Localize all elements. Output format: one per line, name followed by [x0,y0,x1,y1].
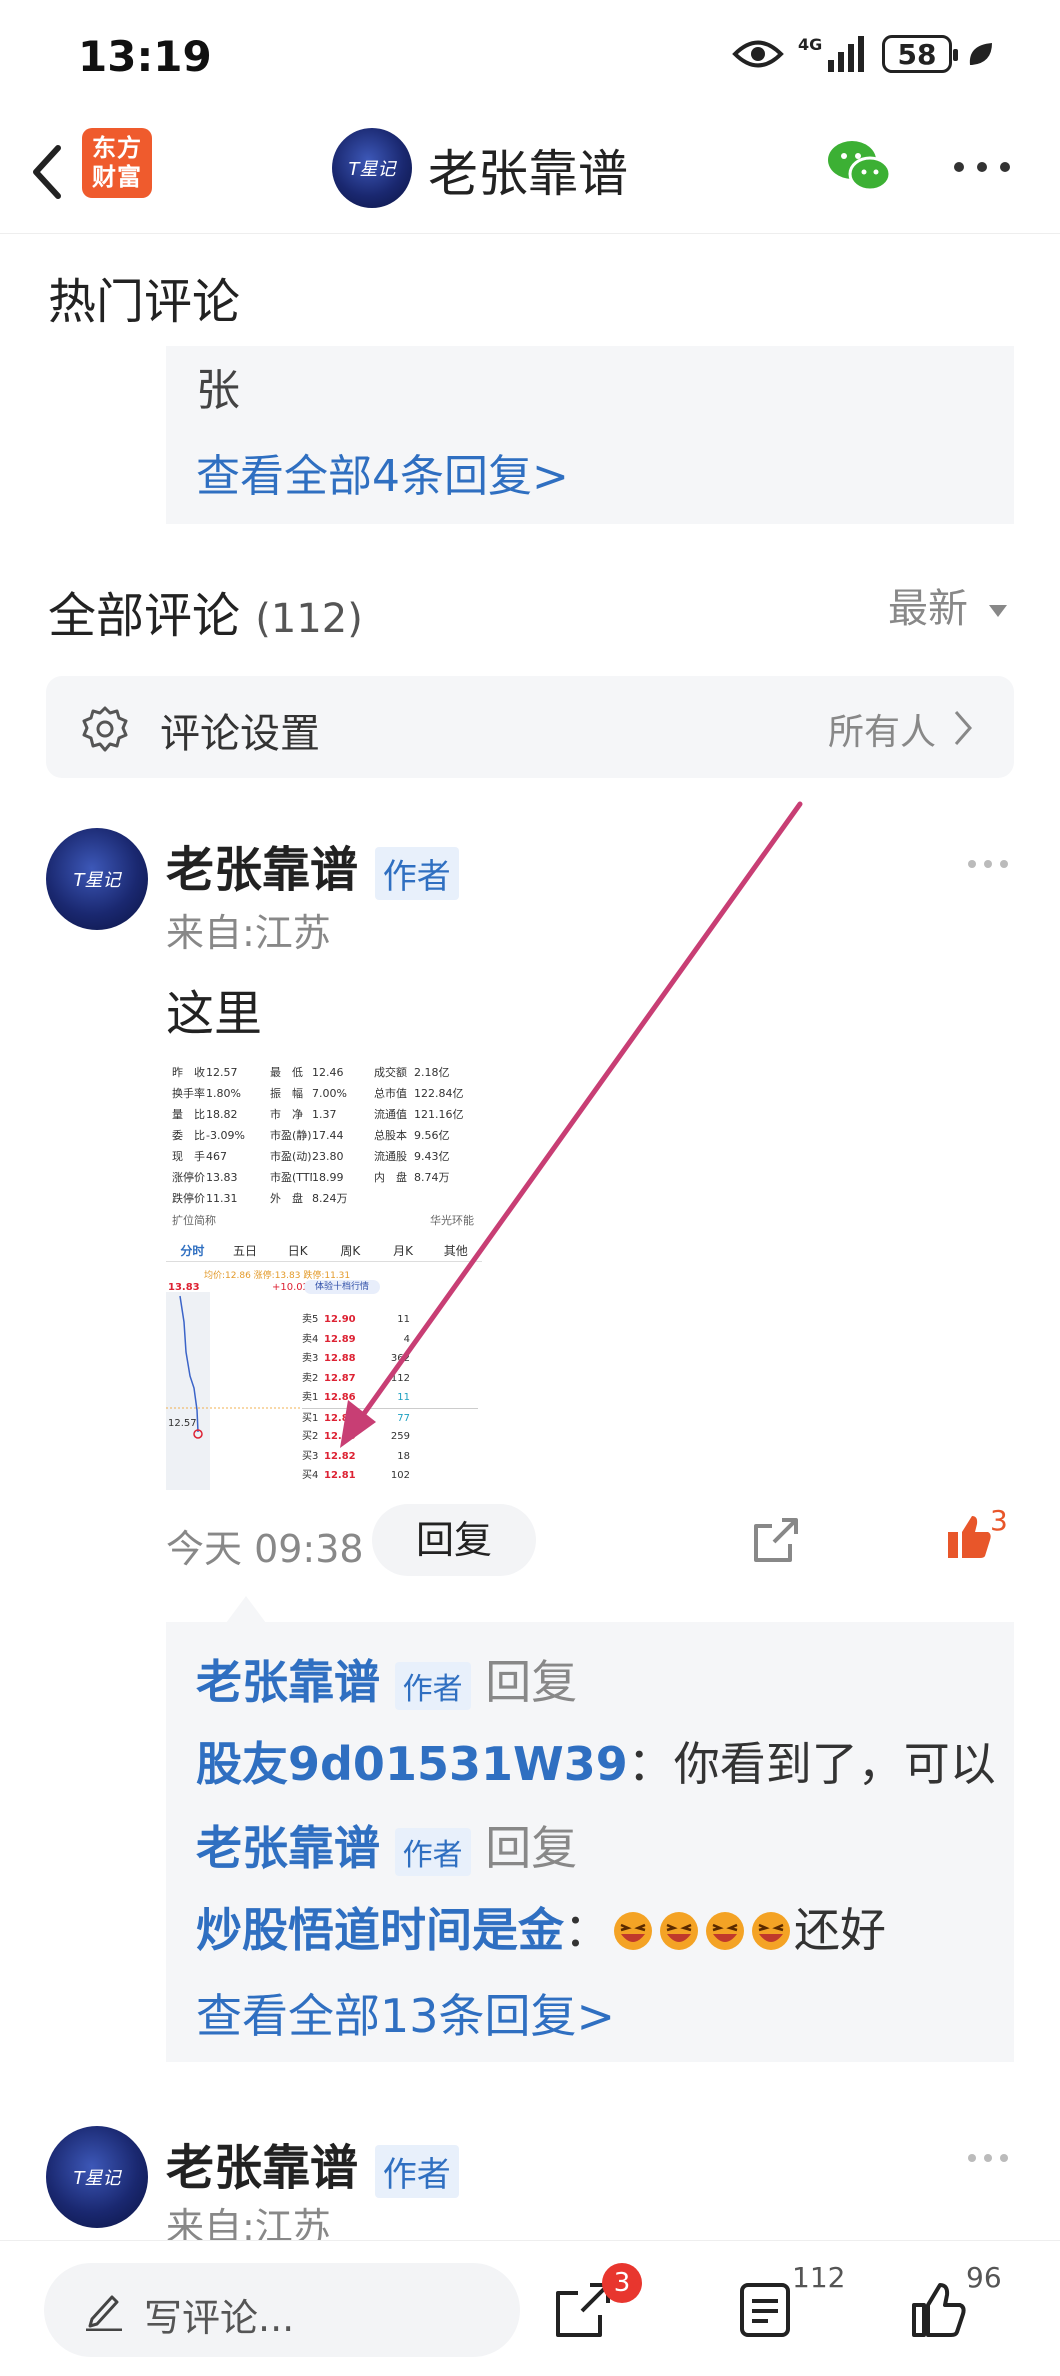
comment-avatar[interactable]: T星记 [46,828,148,930]
comment-settings-label: 评论设置 [160,711,320,757]
chart-tab: 分时 [180,1244,205,1258]
reply-item[interactable]: 老张靠谱 作者 回复 [196,1646,577,1712]
logo-text-bottom: 财富 [92,163,142,191]
wechat-icon[interactable] [826,138,892,194]
laughing-emoji-icon [614,1912,652,1950]
gear-icon [82,706,128,752]
hot-comment-reply-box: 张 查看全部4条回复> [166,346,1014,524]
logo-text-top: 东方 [92,134,142,162]
comment-more-icon[interactable] [966,2152,1010,2164]
comment-settings-value: 所有人 [827,712,936,753]
reply-item[interactable]: 炒股悟道时间是金： 还好 [196,1894,886,1960]
price-mid: 12.57 [168,1418,197,1429]
all-comments-title: 全部评论 (112) [48,588,363,644]
like-count-badge: 96 [966,2261,1002,2294]
comment-like-count: 3 [990,1504,1008,1537]
intraday-chart [166,1292,302,1490]
chart-tab: 五日 [233,1244,258,1258]
status-time: 13:19 [78,32,212,81]
comment-author[interactable]: 老张靠谱 作者 [166,2128,459,2198]
chart-tab: 日K [287,1244,308,1258]
back-arrow-icon[interactable] [20,132,80,212]
battery-indicator: 58 [882,35,958,73]
comment-placeholder: 写评论... [144,2296,295,2340]
author-badge: 作者 [374,2144,459,2198]
comment-avatar[interactable]: T星记 [46,2126,148,2228]
laughing-emoji-icon [706,1912,744,1950]
annotation-arrow [340,801,803,1448]
comment-input[interactable]: 写评论... [44,2263,520,2357]
signal-icon: 4G [798,35,864,72]
comment-time: 今天 09:38 [166,1527,364,1571]
caret-down-icon [988,605,1007,617]
thumbs-up-filled-icon[interactable] [944,1512,994,1562]
svg-text:4G: 4G [798,35,822,54]
order-book-row: 买4 12.81 102 [302,1470,410,1481]
reply-item[interactable]: 股友9d01531W39：你看到了，可以 [196,1728,996,1794]
comment-text: 这里 [166,986,263,1042]
page-title[interactable]: 老张靠谱 [428,134,628,206]
comment-list-icon[interactable] [738,2281,792,2339]
bottom-bar: 写评论... 3 112 96 [0,2240,1060,2376]
sort-dropdown[interactable]: 最新 [888,576,1009,634]
comment-count: (112) [255,596,363,642]
comment-more-icon[interactable] [966,858,1010,870]
author-badge: 作者 [394,1827,471,1876]
author-avatar[interactable]: T星记 [332,128,412,208]
replies-box-pointer [226,1596,266,1623]
leaf-icon [969,43,992,65]
comment-location: 来自:江苏 [166,911,331,955]
hot-comments-title: 热门评论 [48,274,241,330]
status-bar: 13:19 4G 58 [0,0,1060,110]
pencil-icon [86,2295,122,2331]
eye-icon [732,40,784,68]
hot-reply-snippet: 张 [196,365,240,416]
more-options-icon[interactable] [952,160,1012,174]
status-icons: 4G 58 [732,34,994,74]
chevron-right-icon [954,711,972,745]
reply-button[interactable]: 回复 [372,1504,536,1576]
reply-item[interactable]: 老张靠谱 作者 回复 [196,1812,577,1878]
share-badge: 3 [602,2263,642,2303]
comment-settings-row[interactable]: 评论设置 所有人 [46,676,1014,778]
comment-count-badge: 112 [792,2261,846,2294]
laughing-emoji-group [610,1903,794,1957]
hot-view-all-replies-link[interactable]: 查看全部4条回复> [196,440,569,504]
share-icon[interactable] [752,1516,800,1564]
thumbs-up-icon[interactable] [910,2281,968,2339]
short-name-label: 扩位简称 [172,1214,216,1227]
view-all-replies-link[interactable]: 查看全部13条回复> [196,1980,615,2046]
laughing-emoji-icon [752,1912,790,1950]
eastmoney-logo[interactable]: 东方 财富 [82,128,152,198]
author-badge: 作者 [394,1661,471,1710]
laughing-emoji-icon [660,1912,698,1950]
